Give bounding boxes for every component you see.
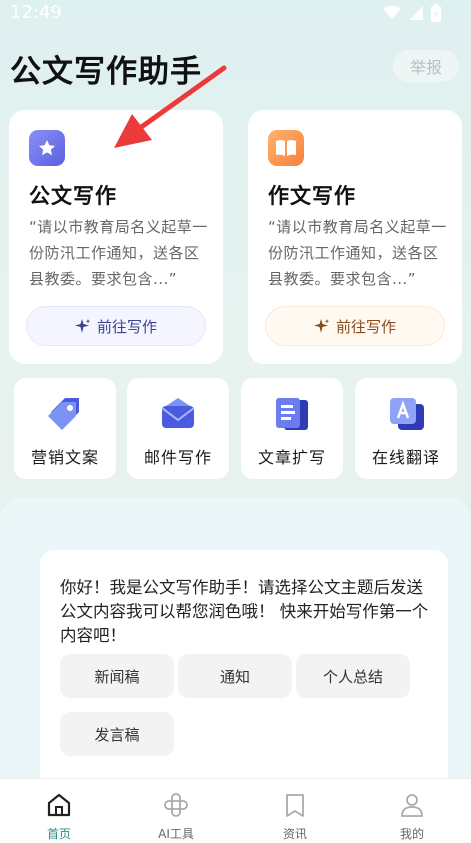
nav-news[interactable]: 资讯 bbox=[236, 779, 354, 843]
status-bar: 12:49 bbox=[0, 0, 471, 28]
tool-email-writing[interactable]: 邮件写作 bbox=[127, 378, 229, 479]
assistant-message: 你好！我是公文写作助手！请选择公文主题后发送公文内容我可以帮您润色哦！ 快来开始… bbox=[60, 578, 429, 645]
ai-tools-icon bbox=[164, 793, 188, 817]
tool-article-expansion[interactable]: 文章扩写 bbox=[241, 378, 343, 479]
nav-ai-tools[interactable]: AI工具 bbox=[117, 779, 235, 843]
card-description: “请以市教育局名义起草一份防汛工作通知，送各区县教委。要求包含...” bbox=[29, 218, 208, 288]
wifi-icon bbox=[383, 6, 401, 19]
home-icon bbox=[47, 793, 71, 817]
status-icons bbox=[383, 4, 441, 22]
go-write-button[interactable]: 前往写作 bbox=[26, 306, 206, 346]
card-title: 公文写作 bbox=[29, 184, 117, 208]
battery-icon bbox=[431, 4, 441, 22]
tool-label: 文章扩写 bbox=[257, 448, 326, 467]
status-time: 12:49 bbox=[10, 2, 62, 23]
chip-press-release[interactable]: 新闻稿 bbox=[60, 654, 174, 698]
tool-marketing-copy[interactable]: 营销文案 bbox=[14, 378, 116, 479]
card-title: 作文写作 bbox=[268, 184, 356, 208]
book-icon bbox=[268, 130, 304, 166]
star-icon bbox=[29, 130, 65, 166]
chip-speech[interactable]: 发言稿 bbox=[60, 712, 174, 756]
report-button[interactable]: 举报 bbox=[393, 50, 459, 82]
signal-icon bbox=[409, 6, 423, 20]
sparkle-icon bbox=[313, 319, 330, 333]
chip-notice[interactable]: 通知 bbox=[178, 654, 292, 698]
chat-card: 你好！我是公文写作助手！请选择公文主题后发送公文内容我可以帮您润色哦！ 快来开始… bbox=[40, 550, 448, 790]
go-write-label: 前往写作 bbox=[335, 317, 396, 336]
nav-home[interactable]: 首页 bbox=[0, 779, 118, 843]
profile-icon bbox=[401, 794, 423, 817]
go-write-button[interactable]: 前往写作 bbox=[265, 306, 445, 346]
mail-icon bbox=[161, 398, 195, 428]
essay-writing-card[interactable]: 作文写作 “请以市教育局名义起草一份防汛工作通知，送各区县教委。要求包含...”… bbox=[248, 110, 462, 364]
news-icon bbox=[286, 794, 304, 817]
translate-icon bbox=[390, 398, 424, 430]
nav-profile[interactable]: 我的 bbox=[353, 779, 471, 843]
tag-icon bbox=[48, 398, 79, 430]
annotation-arrow-icon bbox=[114, 65, 227, 148]
tool-online-translation[interactable]: 在线翻译 bbox=[355, 378, 457, 479]
nav-label: 资讯 bbox=[282, 827, 307, 841]
chip-personal-summary[interactable]: 个人总结 bbox=[296, 654, 410, 698]
document-icon bbox=[276, 398, 308, 430]
card-description: “请以市教育局名义起草一份防汛工作通知，送各区县教委。要求包含...” bbox=[268, 218, 447, 288]
nav-label: 首页 bbox=[46, 827, 71, 841]
tool-label: 营销文案 bbox=[30, 448, 99, 467]
nav-label: 我的 bbox=[399, 827, 424, 841]
tool-label: 邮件写作 bbox=[143, 448, 212, 467]
nav-label: AI工具 bbox=[158, 827, 194, 841]
tool-label: 在线翻译 bbox=[371, 448, 440, 467]
sparkle-icon bbox=[74, 319, 91, 333]
go-write-label: 前往写作 bbox=[96, 317, 157, 336]
bottom-nav: 首页 AI工具 资讯 我的 bbox=[0, 778, 471, 843]
